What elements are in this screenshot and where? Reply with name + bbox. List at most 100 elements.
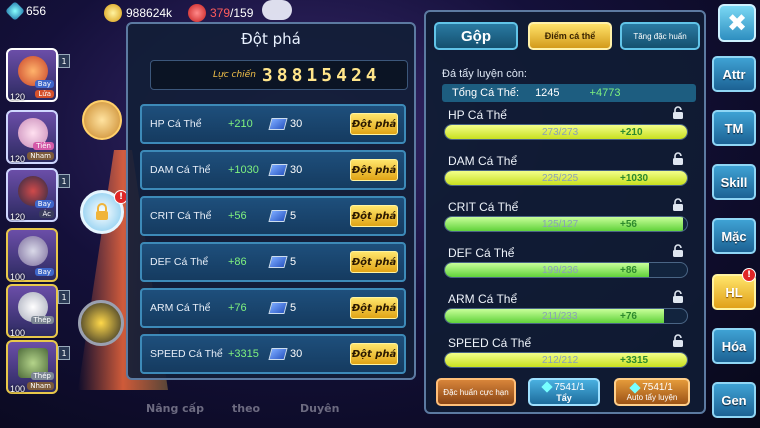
stat-row: HP Cá Thể 273/273 +210 <box>444 106 690 144</box>
stone-icon <box>541 381 553 393</box>
unlock-icon[interactable] <box>672 290 684 304</box>
book-cost: 30 <box>290 118 303 130</box>
stat-value: 211/233 <box>542 310 578 322</box>
nav-skill[interactable]: Skill <box>712 164 756 200</box>
combat-power-value: 38815424 <box>261 64 381 86</box>
nav-tm[interactable]: TM <box>712 110 756 146</box>
book-cost: 5 <box>290 210 297 222</box>
unlock-icon[interactable] <box>672 106 684 120</box>
book-cost: 30 <box>290 164 303 176</box>
stat-name: SPEED Cá Thể <box>150 348 223 360</box>
stat-name: DAM Cá Thể <box>150 164 211 176</box>
tab-merge[interactable]: Gộp <box>434 22 518 50</box>
breakthrough-button[interactable]: Đột phá <box>350 343 398 365</box>
breakthrough-button[interactable]: Đột phá <box>350 205 398 227</box>
stat-bonus: +56 <box>228 210 247 222</box>
stat-value: 273/273 <box>542 126 579 138</box>
close-button[interactable]: ✖ <box>718 4 756 42</box>
breakthrough-button[interactable]: Đột phá <box>350 297 398 319</box>
book-cost: 5 <box>290 302 297 314</box>
type-tag: Bay <box>34 80 54 88</box>
monster-slot-1[interactable]: Bay Lửa 120 1 <box>6 48 70 102</box>
stat-bonus: +210 <box>228 118 253 130</box>
tab-special-training[interactable]: Tăng đặc huấn <box>620 22 700 50</box>
stat-row: DEF Cá Thể 199/236 +86 <box>444 244 690 282</box>
stat-name: HP Cá Thể <box>448 108 507 122</box>
combat-power-label: Lực chiến <box>213 70 256 80</box>
nav-attr[interactable]: Attr <box>712 56 756 92</box>
type-tag: Bay <box>34 200 54 208</box>
stat-name: HP Cá Thể <box>150 118 202 130</box>
monster-level: 100 <box>10 328 26 338</box>
gold-counter: 988624k <box>104 4 172 22</box>
stat-row: CRIT Cá Thể 125/127 +56 <box>444 198 690 236</box>
monster-slot-6[interactable]: Thép Nham 100 1 <box>6 340 70 394</box>
type-tag: Tiên <box>33 142 54 150</box>
breakthrough-button[interactable]: Đột phá <box>350 251 398 273</box>
gold-coin-icon <box>104 4 122 22</box>
monster-slot-3[interactable]: Bay Ác 120 1 <box>6 168 70 222</box>
stat-name: CRIT Cá Thể <box>150 210 212 222</box>
breakthrough-panel: Đột phá Lực chiến 38815424 HP Cá Thể +21… <box>126 22 416 380</box>
stone-count: 7541/1 <box>554 381 585 393</box>
stat-row: ARM Cá Thể 211/233 +76 <box>444 290 690 328</box>
unlock-icon[interactable] <box>672 244 684 258</box>
type-tag: Nham <box>27 152 54 160</box>
emblem-icon[interactable] <box>78 300 124 346</box>
unlock-icon[interactable] <box>672 152 684 166</box>
breakthrough-button[interactable]: Đột phá <box>350 113 398 135</box>
stat-row: DAM Cá Thể 225/225 +1030 <box>444 152 690 190</box>
unlock-icon[interactable] <box>672 334 684 348</box>
stat-bonus: +76 <box>620 310 637 322</box>
stat-bonus: +3315 <box>620 354 649 366</box>
stat-bonus: +76 <box>228 302 247 314</box>
cloud-decoration <box>262 0 292 20</box>
book-cost: 30 <box>290 348 303 360</box>
stat-name: DEF Cá Thể <box>448 246 515 260</box>
breakthrough-row: HP Cá Thể +210 30 Đột phá <box>140 104 406 144</box>
bg-tab-upgrade: Nâng cấp <box>146 402 204 415</box>
total-label: Tổng Cá Thể: <box>452 87 520 99</box>
energy-current: 379 <box>210 6 231 20</box>
tab-individual-points[interactable]: Điểm cá thể <box>528 22 612 50</box>
breakthrough-button[interactable]: Đột phá <box>350 159 398 181</box>
gold-amount: 988624k <box>126 6 173 20</box>
bg-tab-follow: theo <box>232 402 261 415</box>
type-tag: Nham <box>27 382 54 390</box>
stat-bonus: +210 <box>620 126 643 138</box>
special-training-button[interactable]: Đặc huấn cực hạn <box>436 378 516 406</box>
gem-counter: 656 <box>5 1 46 21</box>
nav-gen[interactable]: Gen <box>712 382 756 418</box>
stat-bonus: +56 <box>620 218 637 230</box>
stat-name: SPEED Cá Thể <box>448 336 532 350</box>
wash-label: Tẩy <box>556 392 572 403</box>
total-individual-bar: Tổng Cá Thể: 1245 +4773 <box>442 84 696 102</box>
stat-bonus: +1030 <box>228 164 259 176</box>
energy-counter: 379/159 <box>188 4 253 22</box>
monster-level: 120 <box>10 92 26 102</box>
monster-portrait <box>18 236 48 266</box>
stat-bonus: +86 <box>228 256 247 268</box>
combat-power-box: Lực chiến 38815424 <box>150 60 408 90</box>
stat-bonus: +1030 <box>620 172 649 184</box>
monster-slot-4[interactable]: Bay 100 <box>6 228 58 282</box>
nav-costume[interactable]: Mặc <box>712 218 756 254</box>
nav-evolve[interactable]: Hóa <box>712 328 756 364</box>
panel-title: Đột phá <box>241 30 301 48</box>
monster-level: 100 <box>10 272 26 282</box>
stat-name: DEF Cá Thể <box>150 256 209 268</box>
stat-bonus: +3315 <box>228 348 259 360</box>
egg-item-icon[interactable] <box>82 100 122 140</box>
breakthrough-row: CRIT Cá Thể +56 5 Đột phá <box>140 196 406 236</box>
breakthrough-row: DAM Cá Thể +1030 30 Đột phá <box>140 150 406 190</box>
individual-stats-panel: Gộp Điểm cá thể Tăng đặc huấn Đá tẩy luy… <box>424 10 706 414</box>
book-icon <box>268 256 288 268</box>
monster-slot-2[interactable]: Tiên Nham 120 <box>6 110 58 164</box>
monster-level: 120 <box>10 154 26 164</box>
wash-button[interactable]: 7541/1 Tẩy <box>528 378 600 406</box>
monster-level: 100 <box>10 384 26 394</box>
unlock-icon[interactable] <box>672 198 684 212</box>
monster-slot-5[interactable]: Thép 100 1 <box>6 284 70 338</box>
auto-wash-button[interactable]: 7541/1 Auto tẩy luyện <box>614 378 690 406</box>
auto-wash-label: Auto tẩy luyện <box>626 393 678 402</box>
